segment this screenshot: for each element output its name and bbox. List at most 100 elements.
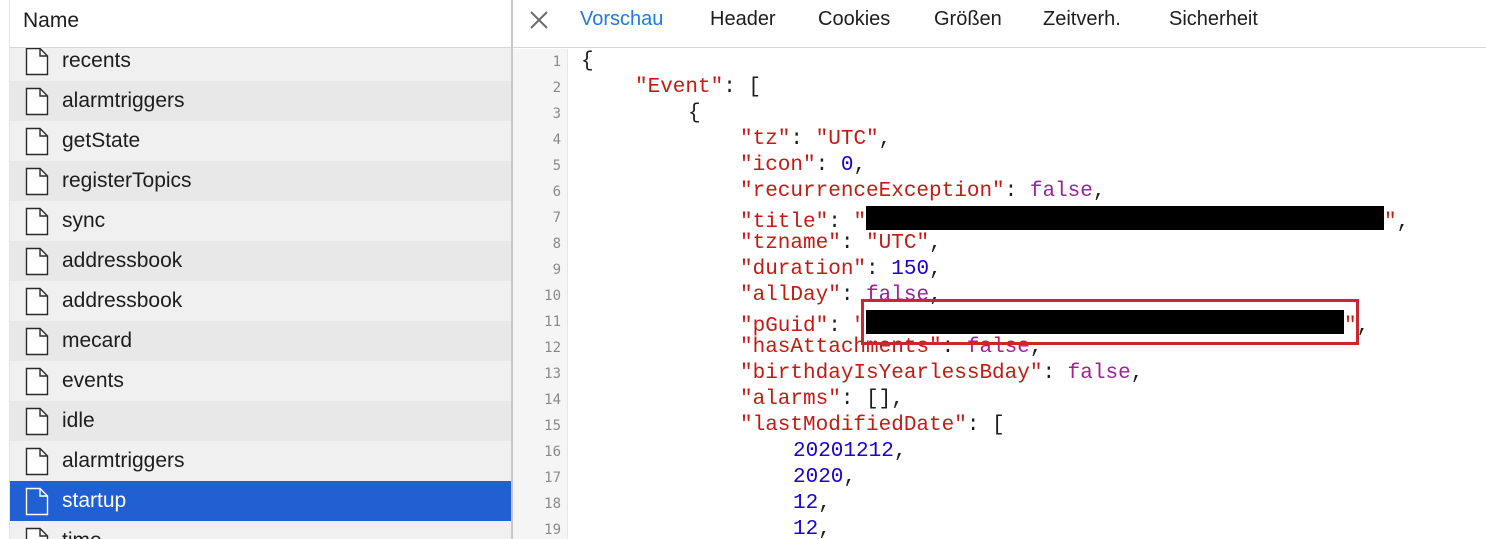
request-row-startup[interactable]: startup (10, 481, 511, 521)
code-text: 12, (793, 492, 831, 515)
token: 150 (891, 258, 930, 281)
code-text: "birthdayIsYearlessBday": false, (740, 362, 1143, 385)
token: : [], (840, 388, 904, 411)
code-text: { (688, 102, 701, 125)
tab-größen[interactable]: Größen (934, 8, 1002, 31)
code-line: 2 "Event": [ (513, 75, 1486, 101)
line-number: 12 (544, 340, 561, 356)
token: , (843, 466, 857, 489)
request-row-alarmtriggers[interactable]: alarmtriggers (10, 441, 511, 481)
request-row-addressbook[interactable]: addressbook (10, 281, 511, 321)
code-line: 18 12, (513, 491, 1486, 517)
line-number: 16 (544, 444, 561, 460)
token: : (790, 128, 816, 151)
token: , (818, 492, 831, 515)
line-number: 6 (552, 184, 561, 200)
token: "UTC" (866, 232, 930, 255)
line-number: 8 (552, 236, 561, 252)
code-text: "recurrenceException": false, (740, 180, 1106, 203)
request-name: sync (62, 209, 106, 232)
token: : [ (723, 76, 762, 99)
request-row-alarmtriggers[interactable]: alarmtriggers (10, 81, 511, 121)
token: 12 (793, 492, 819, 515)
request-row-sync[interactable]: sync (10, 201, 511, 241)
token: 20201212 (793, 440, 894, 463)
document-icon (25, 447, 49, 476)
token: "icon" (740, 154, 816, 177)
line-number: 13 (544, 366, 561, 382)
document-icon (25, 47, 49, 76)
code-text: "tz": "UTC", (740, 128, 891, 151)
line-number: 3 (552, 106, 561, 122)
token: , (878, 128, 892, 151)
token: "alarms" (740, 388, 841, 411)
token: 12 (793, 518, 819, 539)
tab-vorschau[interactable]: Vorschau (580, 8, 663, 31)
tab-zeitverh[interactable]: Zeitverh. (1043, 8, 1121, 31)
token: "UTC" (815, 128, 879, 151)
json-preview: 1{2 "Event": [3{4 "tz": "UTC", 5 "icon": 0, 6… (513, 49, 1486, 539)
close-icon[interactable] (528, 9, 550, 31)
list-gutter (0, 0, 10, 539)
request-row-events[interactable]: events (10, 361, 511, 401)
tab-sicherheit[interactable]: Sicherheit (1169, 8, 1258, 31)
redacted-title-value (866, 206, 1385, 230)
line-number: 19 (544, 522, 561, 538)
request-name: mecard (62, 329, 133, 352)
document-icon (25, 127, 49, 156)
request-row-time[interactable]: time (10, 521, 511, 539)
token: , (818, 518, 831, 539)
token: 0 (840, 154, 854, 177)
code-text: "lastModifiedDate": [ (740, 414, 1005, 437)
line-number: 1 (552, 54, 561, 70)
document-icon (25, 207, 49, 236)
request-name: time (62, 529, 102, 539)
detail-pane: Vorschau Header Cookies Größen Zeitverh. Sich… (513, 0, 1486, 539)
token: "recurrenceException" (740, 180, 1005, 203)
request-name: getState (62, 129, 141, 152)
code-line: 14 "alarms": [], (513, 387, 1486, 413)
tab-header[interactable]: Header (710, 8, 776, 31)
document-icon (25, 247, 49, 276)
code-line: 6 "recurrenceException": false, (513, 179, 1486, 205)
token: : (1042, 362, 1068, 385)
request-row-addressbook[interactable]: addressbook (10, 241, 511, 281)
token: "Event" (635, 76, 724, 99)
request-row-idle[interactable]: idle (10, 401, 511, 441)
request-list: recents alarmtriggers getState registerTopi… (10, 41, 511, 539)
code-line: 17 2020, (513, 465, 1486, 491)
request-row-getstate[interactable]: getState (10, 121, 511, 161)
token: "allDay" (740, 284, 841, 307)
document-icon (25, 487, 49, 516)
request-name: alarmtriggers (62, 89, 185, 112)
token: , (1130, 362, 1144, 385)
name-column-header[interactable]: Name (10, 0, 511, 48)
code-text: 20201212, (793, 440, 906, 463)
code-line: 3{ (513, 101, 1486, 127)
token: "tz" (740, 128, 791, 151)
token: , (929, 232, 942, 255)
request-row-registertopics[interactable]: registerTopics (10, 161, 511, 201)
request-row-mecard[interactable]: mecard (10, 321, 511, 361)
token: : (1004, 180, 1030, 203)
token: 2020 (793, 466, 844, 489)
code-line: 5 "icon": 0, (513, 153, 1486, 179)
token: false (1067, 362, 1131, 385)
token: { (581, 50, 594, 73)
code-text: "duration": 150, (740, 258, 942, 281)
document-icon (25, 287, 49, 316)
detail-tab-bar: Vorschau Header Cookies Größen Zeitverh. Sich… (513, 0, 1486, 48)
request-name: recents (62, 49, 131, 72)
code-line: 4 "tz": "UTC", (513, 127, 1486, 153)
code-text: "icon": 0, (740, 154, 866, 177)
line-number: 7 (552, 210, 561, 226)
line-number: 17 (544, 470, 561, 486)
token: : (866, 258, 892, 281)
line-number: 11 (544, 314, 561, 330)
request-name: addressbook (62, 249, 183, 272)
code-line: 7 "title": " ", (513, 205, 1486, 234)
line-number: 14 (544, 392, 561, 408)
tab-cookies[interactable]: Cookies (818, 8, 890, 31)
document-icon (25, 87, 49, 116)
token: : (840, 232, 867, 255)
